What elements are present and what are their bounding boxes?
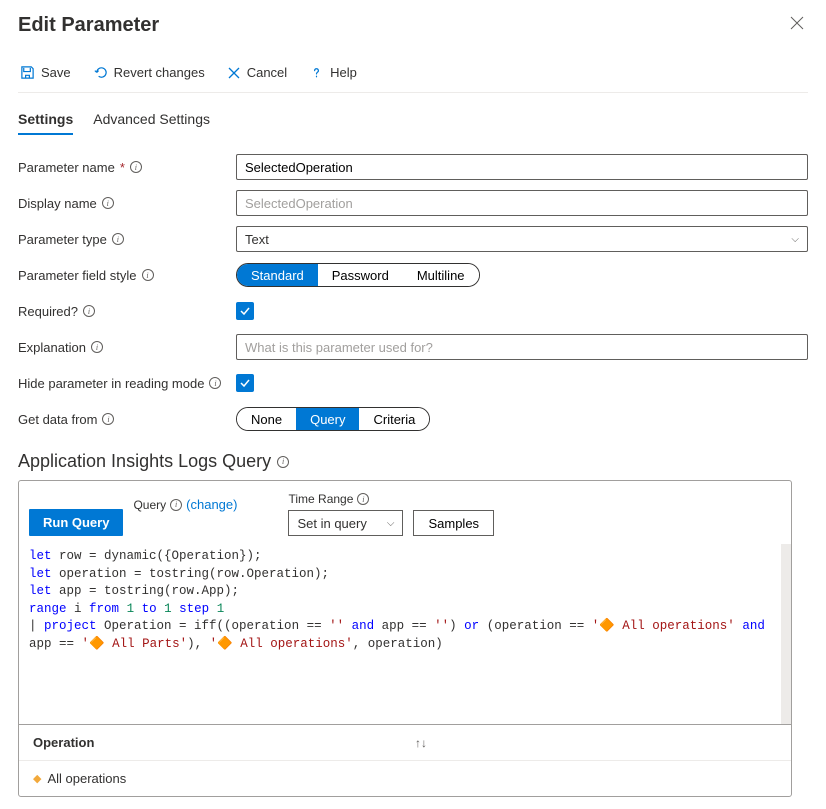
save-button[interactable]: Save <box>18 63 73 82</box>
info-icon[interactable]: i <box>112 233 124 245</box>
param-type-select[interactable]: Text ⌵ <box>236 226 808 252</box>
results-row[interactable]: ◆ All operations <box>19 761 791 796</box>
check-icon <box>239 305 251 317</box>
info-icon[interactable]: i <box>170 499 182 511</box>
revert-icon <box>93 65 108 80</box>
param-name-label: Parameter name* i <box>18 160 236 175</box>
revert-button[interactable]: Revert changes <box>91 63 207 82</box>
query-section-title: Application Insights Logs Query i <box>18 451 808 472</box>
param-name-input[interactable] <box>236 154 808 180</box>
tab-settings[interactable]: Settings <box>18 105 73 135</box>
info-icon[interactable]: i <box>102 197 114 209</box>
samples-button[interactable]: Samples <box>413 510 494 536</box>
query-panel: Run Query Query i (change) Time Range i … <box>18 480 792 797</box>
get-data-query[interactable]: Query <box>296 408 359 430</box>
get-data-label: Get data from i <box>18 412 236 427</box>
sort-icon[interactable]: ↑↓ <box>415 736 427 750</box>
save-icon <box>20 65 35 80</box>
required-label: Required? i <box>18 304 236 319</box>
hide-param-checkbox[interactable] <box>236 374 254 392</box>
close-icon <box>790 16 804 30</box>
display-name-label: Display name i <box>18 196 236 211</box>
change-query-link[interactable]: (change) <box>186 497 237 512</box>
close-button[interactable] <box>786 12 808 39</box>
info-icon[interactable]: i <box>102 413 114 425</box>
run-query-button[interactable]: Run Query <box>29 509 123 536</box>
explanation-label: Explanation i <box>18 340 236 355</box>
info-icon[interactable]: i <box>130 161 142 173</box>
chevron-down-icon: ⌵ <box>791 234 799 245</box>
tabs: Settings Advanced Settings <box>18 105 808 135</box>
explanation-input[interactable] <box>236 334 808 360</box>
info-icon[interactable]: i <box>91 341 103 353</box>
results-table: Operation ↑↓ ◆ All operations <box>19 724 791 796</box>
field-style-label: Parameter field style i <box>18 268 236 283</box>
time-range-select[interactable]: Set in query ⌵ <box>288 510 403 536</box>
time-range-label: Time Range <box>288 492 353 506</box>
field-style-group: Standard Password Multiline <box>236 263 480 287</box>
field-style-standard[interactable]: Standard <box>237 264 318 286</box>
info-icon[interactable]: i <box>142 269 154 281</box>
help-button[interactable]: Help <box>307 63 359 82</box>
help-icon <box>309 65 324 80</box>
page-title: Edit Parameter <box>18 14 159 37</box>
results-column-header[interactable]: Operation ↑↓ <box>19 725 791 761</box>
query-label: Query <box>133 498 166 512</box>
display-name-input[interactable] <box>236 190 808 216</box>
get-data-none[interactable]: None <box>237 408 296 430</box>
info-icon[interactable]: i <box>357 493 369 505</box>
info-icon[interactable]: i <box>83 305 95 317</box>
query-source-display <box>133 516 278 536</box>
check-icon <box>239 377 251 389</box>
query-editor[interactable]: let row = dynamic({Operation}); let oper… <box>19 544 791 724</box>
field-style-multiline[interactable]: Multiline <box>403 264 479 286</box>
field-style-password[interactable]: Password <box>318 264 403 286</box>
param-type-label: Parameter type i <box>18 232 236 247</box>
get-data-criteria[interactable]: Criteria <box>359 408 429 430</box>
tab-advanced[interactable]: Advanced Settings <box>93 105 210 135</box>
get-data-group: None Query Criteria <box>236 407 430 431</box>
required-checkbox[interactable] <box>236 302 254 320</box>
hide-param-label: Hide parameter in reading mode i <box>18 376 236 391</box>
diamond-icon: ◆ <box>33 772 41 785</box>
cancel-button[interactable]: Cancel <box>225 63 289 82</box>
chevron-down-icon: ⌵ <box>387 518 395 529</box>
info-icon[interactable]: i <box>209 377 221 389</box>
info-icon[interactable]: i <box>277 456 289 468</box>
cancel-icon <box>227 66 241 80</box>
toolbar: Save Revert changes Cancel Help <box>18 63 808 93</box>
